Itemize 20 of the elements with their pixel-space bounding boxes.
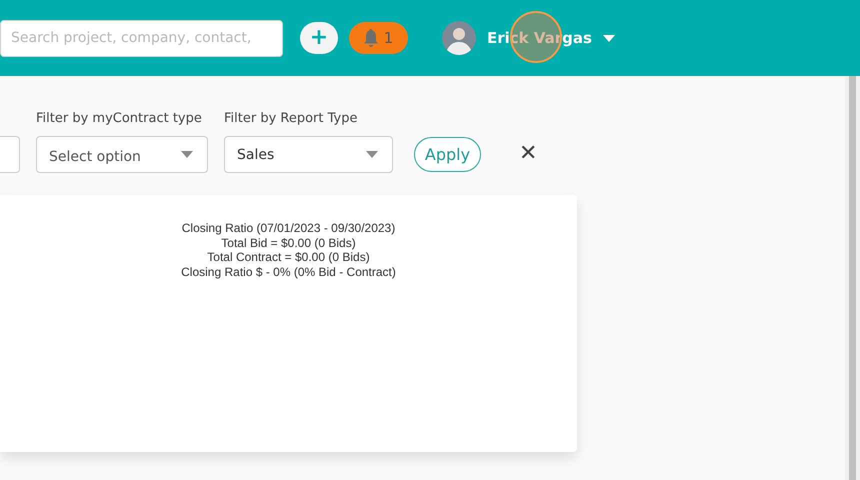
caret-icon (366, 151, 378, 158)
filter-label: Filter by myContract type (36, 111, 203, 128)
report-line: Closing Ratio $ - 0% (0% Bid - Contract) (180, 264, 397, 279)
caret-icon (181, 151, 193, 158)
report-line: Total Bid = $0.00 (0 Bids) (220, 236, 357, 250)
scrollbar-thumb[interactable] (849, 76, 856, 480)
select-field[interactable]: Select option (36, 136, 208, 173)
caret-icon (602, 34, 615, 42)
report-line: Closing Ratio (07/01/2023 - 09/30/2023) (180, 221, 396, 236)
search-field[interactable]: Search project, company, contact, (0, 20, 283, 56)
apply-button[interactable]: Apply (414, 137, 481, 172)
bell-icon (364, 29, 378, 47)
select-field[interactable] (0, 136, 20, 173)
select-field[interactable]: Sales (224, 136, 393, 173)
report-line: Total Contract = $0.00 (0 Bids) (206, 250, 371, 264)
notification-button[interactable]: 1 (349, 22, 408, 54)
add-button[interactable]: + (300, 22, 338, 54)
avatar[interactable] (442, 21, 476, 55)
clear-button[interactable]: ✕ (519, 141, 538, 166)
filter-label: Filter by Report Type (224, 111, 358, 128)
